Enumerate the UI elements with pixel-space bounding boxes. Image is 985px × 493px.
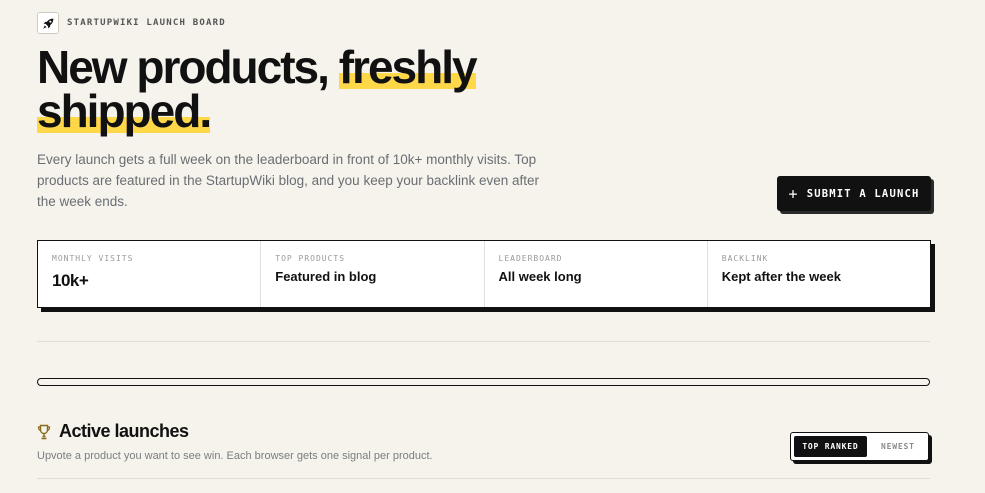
stat-value: All week long <box>498 269 582 284</box>
stat-value: Featured in blog <box>275 269 377 284</box>
title-highlight-2: shipped. <box>37 85 212 137</box>
stat-top-products: TOP PRODUCTS Featured in blog <box>261 241 485 307</box>
section-subtitle: Upvote a product you want to see win. Ea… <box>37 450 433 462</box>
stat-label: TOP PRODUCTS <box>275 254 346 263</box>
section-divider <box>37 341 930 342</box>
active-launches-header: Active launches <box>37 421 189 442</box>
title-highlight-1: freshly <box>338 41 478 93</box>
stat-value: 10k+ <box>52 271 89 290</box>
rocket-icon <box>37 12 59 34</box>
brand-header: STARTUPWIKI LAUNCH BOARD <box>37 12 226 34</box>
sort-newest-button[interactable]: NEWEST <box>871 436 925 457</box>
stat-label: LEADERBOARD <box>498 254 563 263</box>
progress-bar <box>37 378 930 386</box>
page-title: New products, freshly shipped. <box>37 41 478 137</box>
trophy-icon <box>37 424 51 439</box>
stat-value: Kept after the week <box>721 269 841 284</box>
plus-icon: + <box>788 184 799 203</box>
stat-label: MONTHLY VISITS <box>52 254 134 263</box>
hero-description: Every launch gets a full week on the lea… <box>37 152 540 209</box>
section-divider-bottom <box>37 478 930 479</box>
sort-top-ranked-button[interactable]: TOP RANKED <box>794 436 867 457</box>
sort-toggle: TOP RANKED NEWEST <box>790 432 929 461</box>
stat-label: BACKLINK <box>721 254 769 263</box>
submit-launch-label: SUBMIT A LAUNCH <box>806 187 920 200</box>
stats-panel: MONTHLY VISITS 10k+ TOP PRODUCTS Feature… <box>37 240 931 308</box>
brand-name: STARTUPWIKI LAUNCH BOARD <box>67 18 226 28</box>
stat-monthly-visits: MONTHLY VISITS 10k+ <box>38 241 262 307</box>
stat-leaderboard: LEADERBOARD All week long <box>485 241 708 307</box>
submit-launch-button[interactable]: + SUBMIT A LAUNCH <box>777 176 931 211</box>
section-title: Active launches <box>59 421 189 441</box>
stat-backlink: BACKLINK Kept after the week <box>708 241 930 307</box>
